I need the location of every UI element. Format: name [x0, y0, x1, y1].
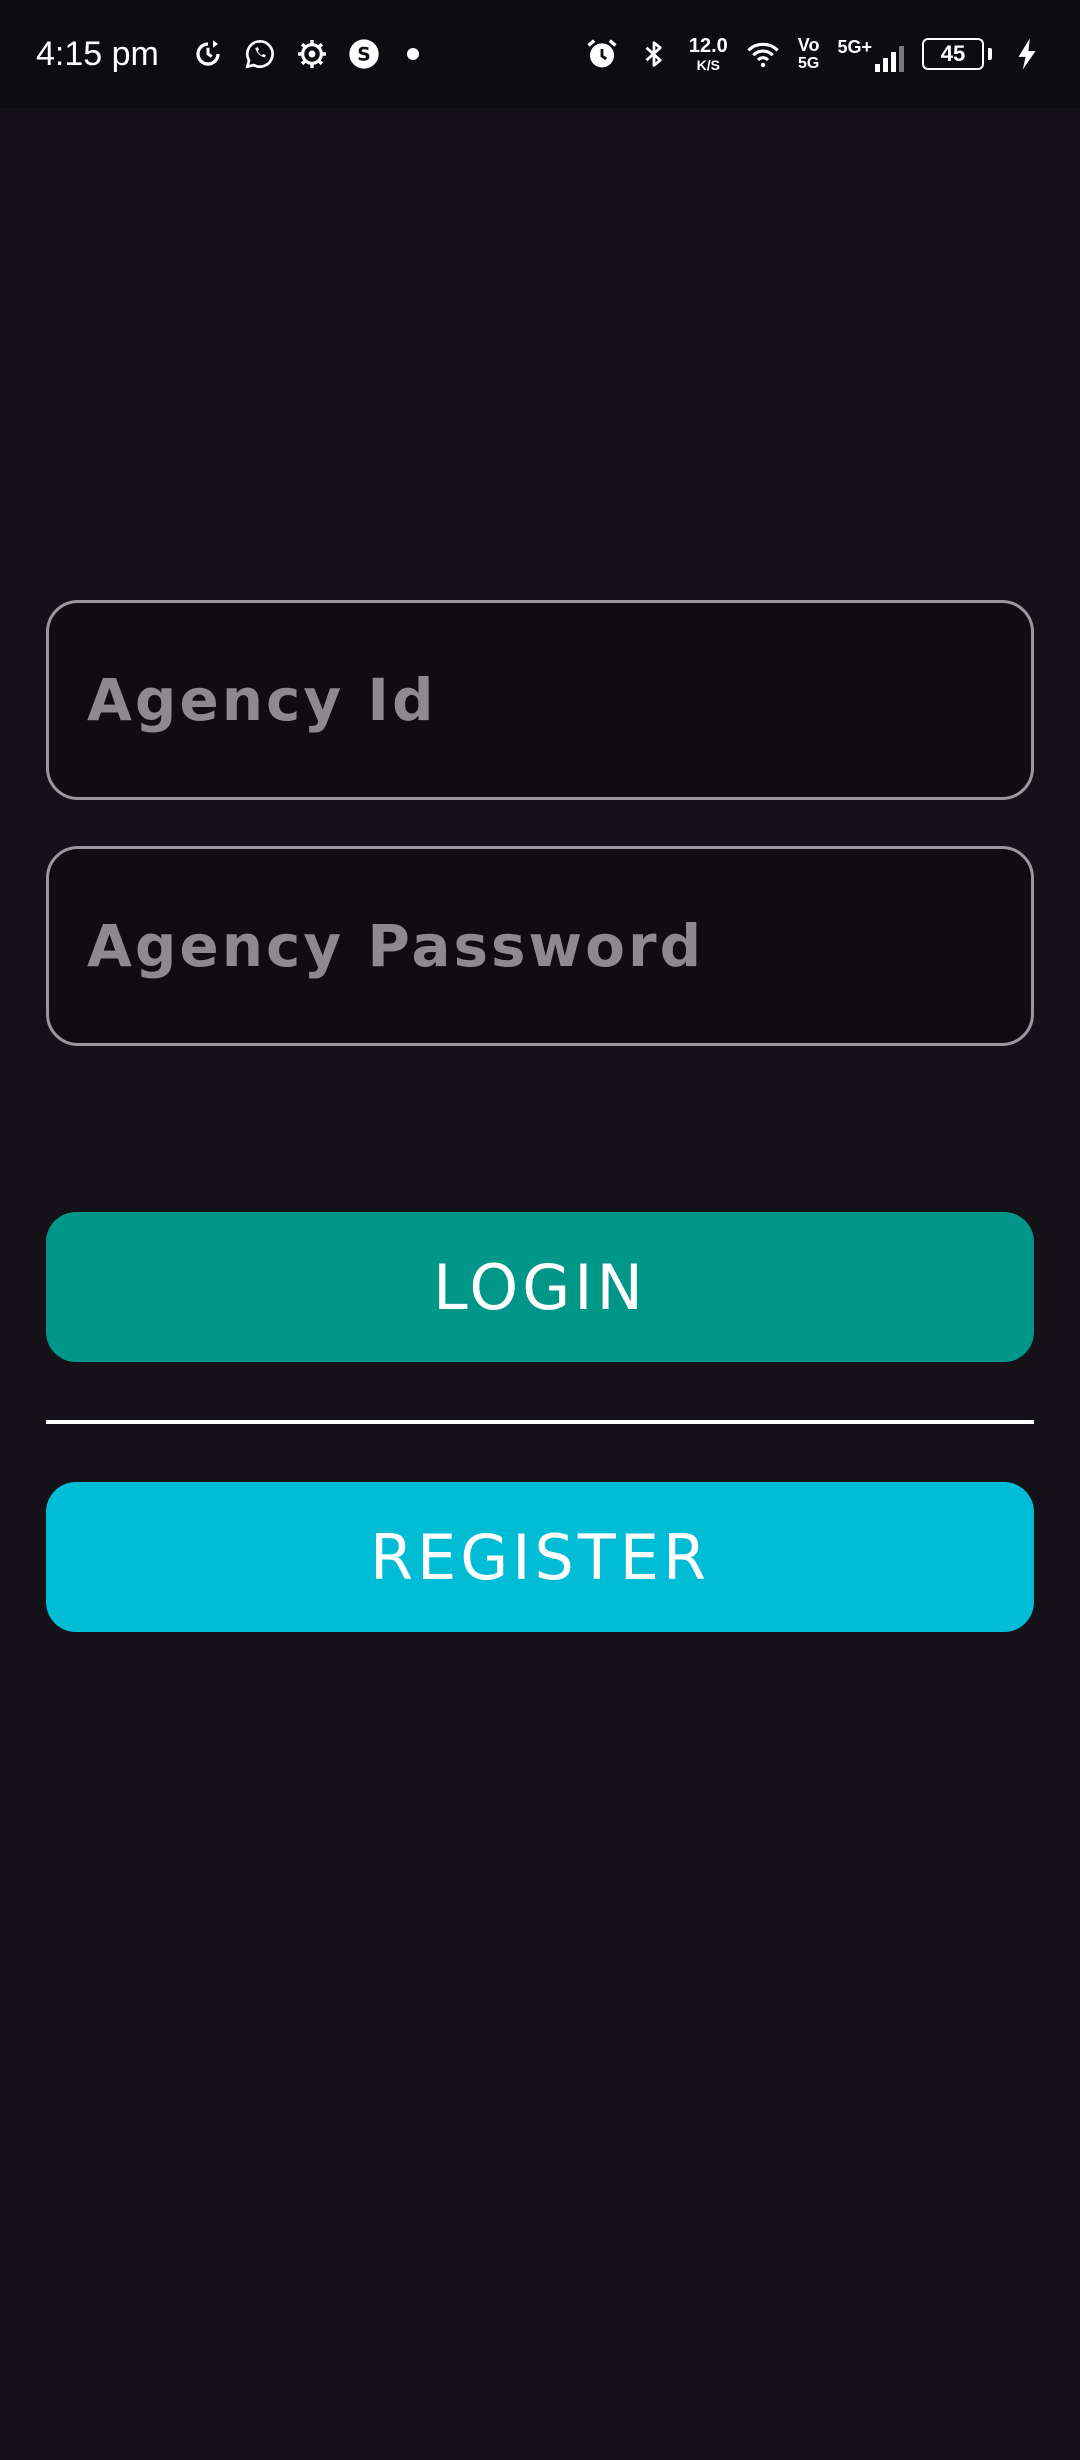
- app-s-icon: S: [347, 37, 381, 71]
- password-form-row: [46, 846, 1034, 1046]
- network-speed: 12.0 K/S: [689, 36, 728, 72]
- agency-id-input[interactable]: [85, 603, 1031, 797]
- network-type-label: 5G+: [837, 36, 872, 57]
- login-button[interactable]: LOGIN: [46, 1212, 1034, 1362]
- agency-password-input[interactable]: [85, 849, 1031, 1043]
- charging-icon: [1010, 37, 1044, 71]
- volte-top-label: Vo: [797, 35, 820, 55]
- settings-icon: [295, 37, 329, 71]
- register-row: REGISTER: [46, 1482, 1034, 1632]
- network-speed-unit: K/S: [696, 57, 720, 73]
- battery-icon: 45: [922, 38, 992, 70]
- status-left: 4:15 pm S: [36, 35, 419, 74]
- battery-tip: [988, 48, 992, 60]
- whatsapp-icon: [243, 37, 277, 71]
- wifi-icon: [746, 37, 780, 71]
- agency-password-field[interactable]: [46, 846, 1034, 1046]
- login-row: LOGIN: [46, 1212, 1034, 1362]
- alarm-icon: [585, 37, 619, 71]
- sync-icon: [191, 37, 225, 71]
- status-bar: 4:15 pm S 12.0 K/S Vo 5G 5G+ 45: [0, 0, 1080, 108]
- login-form: [46, 600, 1034, 800]
- volte-bottom-label: 5G: [797, 55, 820, 72]
- divider: [46, 1420, 1034, 1424]
- status-right: 12.0 K/S Vo 5G 5G+ 45: [585, 36, 1044, 72]
- signal-bars: [875, 44, 904, 72]
- agency-id-field[interactable]: [46, 600, 1034, 800]
- volte-indicator: Vo 5G: [798, 36, 820, 72]
- notification-dot: [406, 48, 419, 60]
- status-time: 4:15 pm: [36, 34, 159, 73]
- network-speed-value: 12.0: [688, 35, 728, 57]
- register-button[interactable]: REGISTER: [46, 1482, 1034, 1632]
- bluetooth-icon: [637, 37, 671, 71]
- battery-level: 45: [922, 38, 984, 70]
- signal-icon: 5G+: [837, 37, 904, 72]
- divider-row: [46, 1420, 1034, 1424]
- svg-text:S: S: [357, 45, 370, 66]
